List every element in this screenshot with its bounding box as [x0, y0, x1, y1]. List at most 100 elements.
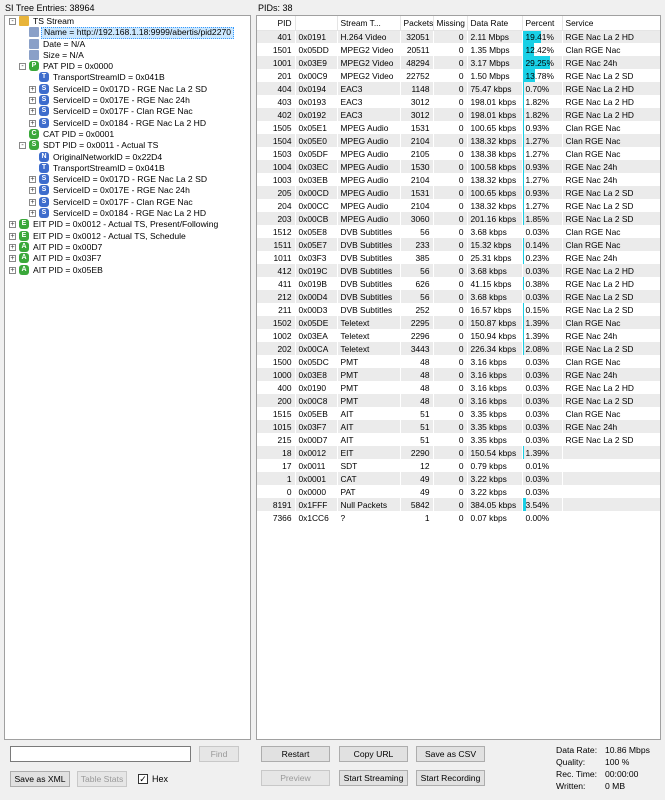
table-row[interactable]: 403 0x0193 EAC3 3012 0 198.01 kbps 1.82% RGE Na… [257, 95, 660, 108]
column-header[interactable]: Data Rate [467, 16, 523, 31]
table-row[interactable]: 7366 0x1CC6? 1 0 0.07 kbps 0.00% [257, 511, 660, 524]
table-row[interactable]: 1502 0x05DE Teletext 2295 0 150.87 kbps 1.39% C… [257, 316, 660, 329]
expand-icon[interactable]: + [9, 221, 16, 229]
expand-icon[interactable]: + [29, 108, 36, 116]
tree-sdt-tsid[interactable]: T TransportStreamID = 0x041B [5, 162, 250, 174]
column-header[interactable]: Packets [400, 16, 434, 31]
table-row[interactable]: 402 0x0192 EAC3 3012 0 198.01 kbps 1.82% RGE Na… [257, 108, 660, 121]
table-stats-button[interactable]: Table Stats [77, 771, 127, 787]
collapse-icon[interactable]: - [9, 18, 16, 25]
preview-button[interactable]: Preview [261, 770, 330, 786]
tree-sdt-service[interactable]: + S ServiceID = 0x017D - RGE Nac La 2 SD [5, 174, 250, 185]
table-row[interactable]: 1503 0x05DF MPEG Audio 2105 0 138.38 kbps 1.27… [257, 147, 660, 160]
table-row[interactable]: 1000 0x03E8 PMT 48 0 3.16 kbps 0.03% RGE Nac 24… [257, 368, 660, 381]
column-header-stream-type[interactable]: Stream T... [337, 16, 401, 31]
table-row[interactable]: 1515 0x05EB AIT 51 0 3.35 kbps 0.03% Clan RGE N… [257, 407, 660, 420]
tree-ait[interactable]: + A AIT PID = 0x00D7 [5, 241, 250, 253]
expand-icon[interactable]: + [9, 232, 16, 240]
column-header[interactable]: Missing [433, 16, 468, 31]
tree-eit-schedule[interactable]: + E EIT PID = 0x0012 - Actual TS, Schedule [5, 230, 250, 242]
table-row[interactable]: 17 0x0011 SDT 12 0 0.79 kbps 0.01% [257, 459, 660, 472]
table-row[interactable]: 1504 0x05E0 MPEG Audio 2104 0 138.32 kbps 1.27… [257, 134, 660, 147]
find-button[interactable]: Find [199, 746, 239, 762]
table-row[interactable]: 211 0x00D3 DVB Subtitles 252 0 16.57 kbps 0.15… [257, 303, 660, 316]
si-tree-panel[interactable]: - TS Stream Name = http://192.168.1.18:999… [4, 15, 251, 740]
tree-sdt-service[interactable]: + S ServiceID = 0x0184 - RGE Nac La 2 HD [5, 208, 250, 219]
tree-pat-service[interactable]: + S ServiceID = 0x0184 - RGE Nac La 2 HD [5, 117, 250, 129]
tree-sdt-service[interactable]: + S ServiceID = 0x017F - Clan RGE Nac [5, 196, 250, 208]
table-row[interactable]: 8191 0x1FFF Null Packets 5842 0 384.05 kbps 3.… [257, 498, 660, 511]
service-cell: Clan RGE Nac [562, 147, 660, 160]
table-row[interactable]: 203 0x00CB MPEG Audio 3060 0 201.16 kbps 1.85%… [257, 212, 660, 225]
table-row[interactable]: 400 0x0190 PMT 48 0 3.16 kbps 0.03% RGE Nac La … [257, 381, 660, 394]
tree-sdt[interactable]: - S SDT PID = 0x0011 - Actual TS [5, 140, 250, 151]
table-row[interactable]: 1002 0x03EA Teletext 2296 0 150.94 kbps 1.39% R… [257, 329, 660, 342]
table-row[interactable]: 18 0x0012 EIT 2290 0 150.54 kbps 1.39% [257, 446, 660, 459]
tree-sdt-onid[interactable]: N OriginalNetworkID = 0x22D4 [5, 151, 250, 163]
tree-cat[interactable]: C CAT PID = 0x0001 [5, 128, 250, 140]
tree-sdt-service[interactable]: + S ServiceID = 0x017E - RGE Nac 24h [5, 185, 250, 196]
tree-ait[interactable]: + A AIT PID = 0x05EB [5, 264, 250, 276]
tree-date[interactable]: Date = N/A [5, 38, 250, 50]
expand-icon[interactable]: + [9, 266, 16, 274]
copy-url-button[interactable]: Copy URL [339, 746, 408, 762]
table-row[interactable]: 205 0x00CD MPEG Audio 1531 0 100.65 kbps 0.93%… [257, 186, 660, 199]
expand-icon[interactable]: + [29, 198, 36, 206]
save-as-csv-button[interactable]: Save as CSV [416, 746, 485, 762]
table-row[interactable]: 404 0x0194 EAC3 1148 0 75.47 kbps 0.70% RGE Nac… [257, 82, 660, 95]
start-streaming-button[interactable]: Start Streaming [339, 770, 408, 786]
tree-name[interactable]: Name = http://192.168.1.18:9999/abertis/… [5, 27, 250, 39]
pid-hex-cell: 0x019B [295, 277, 338, 290]
tree-pat-service[interactable]: + S ServiceID = 0x017D - RGE Nac La 2 SD [5, 83, 250, 95]
expand-icon[interactable]: + [29, 176, 36, 184]
tree-pat-tsid[interactable]: T TransportStreamID = 0x041B [5, 72, 250, 83]
expand-icon[interactable]: + [29, 187, 36, 195]
column-header[interactable] [295, 16, 338, 31]
save-as-xml-button[interactable]: Save as XML [10, 771, 70, 787]
expand-icon[interactable]: + [29, 85, 36, 93]
expand-icon[interactable]: + [29, 119, 36, 127]
table-row[interactable]: 1011 0x03F3 DVB Subtitles 385 0 25.31 kbps 0.2… [257, 251, 660, 264]
column-header[interactable]: Service [562, 16, 660, 31]
table-row[interactable]: 401 0x0191 H.264 Video 32051 0 2.11 Mbps 19.41… [257, 30, 660, 43]
expand-icon[interactable]: + [29, 97, 36, 105]
table-row[interactable]: 215 0x00D7 AIT 51 0 3.35 kbps 0.03% RGE Nac La … [257, 433, 660, 446]
table-row[interactable]: 1003 0x03EB MPEG Audio 2104 0 138.32 kbps 1.27… [257, 173, 660, 186]
expand-icon[interactable]: + [29, 210, 36, 218]
table-row[interactable]: 1511 0x05E7 DVB Subtitles 233 0 15.32 kbps 0.1… [257, 238, 660, 251]
table-row[interactable]: 1001 0x03E9 MPEG2 Video 48294 0 3.17 Mbps 29.2… [257, 56, 660, 69]
table-row[interactable]: 1512 0x05E8 DVB Subtitles 56 0 3.68 kbps 0.03%… [257, 225, 660, 238]
expand-icon[interactable]: + [9, 243, 16, 251]
tree-size[interactable]: Size = N/A [5, 49, 250, 61]
tree-ait[interactable]: + A AIT PID = 0x03F7 [5, 253, 250, 264]
tree-eit-pf[interactable]: + E EIT PID = 0x0012 - Actual TS, Present/… [5, 219, 250, 230]
table-row[interactable]: 202 0x00CA Teletext 3443 0 226.34 kbps 2.08% RG… [257, 342, 660, 355]
pid-table-panel[interactable]: PID Stream T... Packets Missing Data Rate Per… [256, 15, 661, 740]
restart-button[interactable]: Restart [261, 746, 330, 762]
tree-pat[interactable]: - P PAT PID = 0x0000 [5, 61, 250, 72]
table-row[interactable]: 212 0x00D4 DVB Subtitles 56 0 3.68 kbps 0.03% R… [257, 290, 660, 303]
hex-checkbox[interactable]: ✓ [138, 774, 148, 784]
table-row[interactable]: 1 0x0001 CAT 49 0 3.22 kbps 0.03% [257, 472, 660, 485]
table-row[interactable]: 1501 0x05DD MPEG2 Video 20511 0 1.35 Mbps 12.4… [257, 43, 660, 56]
tree-pat-service[interactable]: + S ServiceID = 0x017E - RGE Nac 24h [5, 95, 250, 106]
tree-pat-service[interactable]: + S ServiceID = 0x017F - Clan RGE Nac [5, 106, 250, 117]
start-recording-button[interactable]: Start Recording [416, 770, 485, 786]
column-header[interactable]: PID [257, 16, 296, 31]
collapse-icon[interactable]: - [19, 63, 26, 71]
expand-icon[interactable]: + [9, 255, 16, 263]
table-row[interactable]: 204 0x00CC MPEG Audio 2104 0 138.32 kbps 1.27%… [257, 199, 660, 212]
collapse-icon[interactable]: - [19, 142, 26, 150]
table-row[interactable]: 1500 0x05DC PMT 48 0 3.16 kbps 0.03% Clan RGE N… [257, 355, 660, 368]
table-row[interactable]: 412 0x019C DVB Subtitles 56 0 3.68 kbps 0.03% R… [257, 264, 660, 277]
search-input[interactable] [10, 746, 191, 762]
table-row[interactable]: 1505 0x05E1 MPEG Audio 1531 0 100.65 kbps 0.93… [257, 121, 660, 134]
tree-ts-stream[interactable]: - TS Stream [5, 16, 250, 27]
table-row[interactable]: 0 0x0000 PAT 49 0 3.22 kbps 0.03% [257, 485, 660, 498]
column-header[interactable]: Percent [522, 16, 563, 31]
table-row[interactable]: 1004 0x03EC MPEG Audio 1530 0 100.58 kbps 0.93… [257, 160, 660, 173]
table-row[interactable]: 200 0x00C8 PMT 48 0 3.16 kbps 0.03% RGE Nac La … [257, 394, 660, 407]
table-row[interactable]: 201 0x00C9 MPEG2 Video 22752 0 1.50 Mbps 13.78… [257, 69, 660, 82]
table-row[interactable]: 1015 0x03F7 AIT 51 0 3.35 kbps 0.03% RGE Nac 24… [257, 420, 660, 433]
table-row[interactable]: 411 0x019B DVB Subtitles 626 0 41.15 kbps 0.38… [257, 277, 660, 290]
